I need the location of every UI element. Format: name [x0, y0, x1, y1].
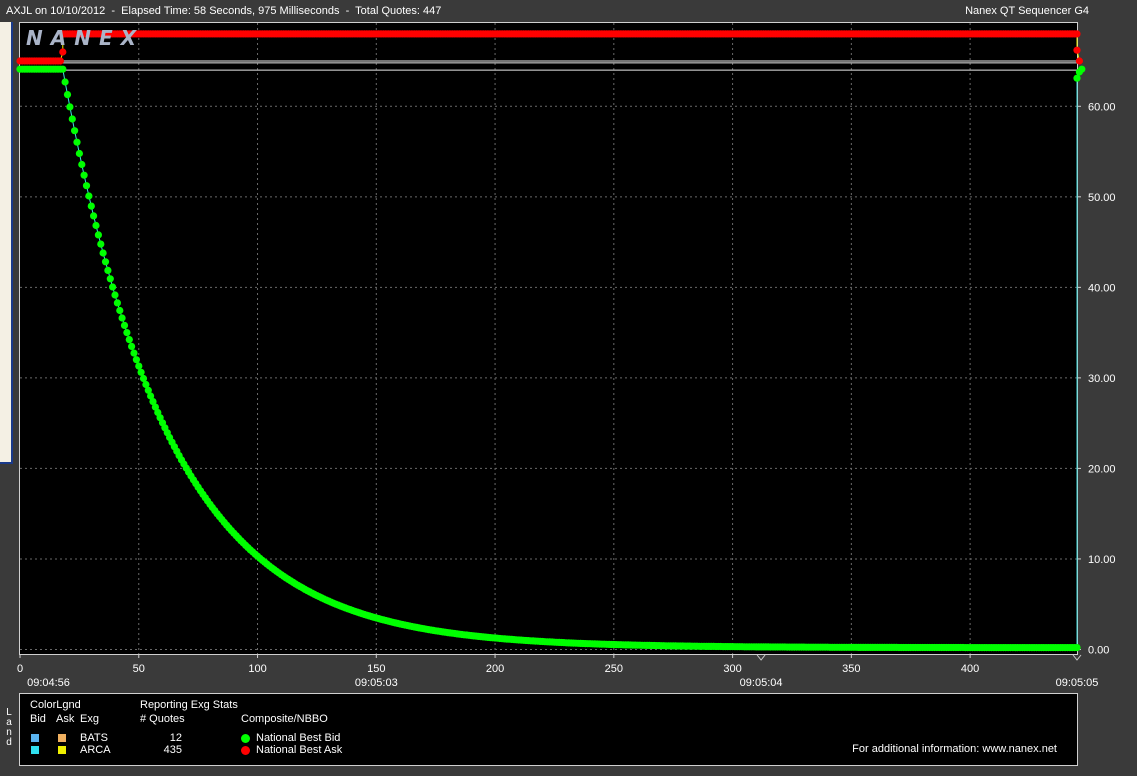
time-label: 09:05:04: [740, 677, 783, 689]
x-tick-label: 300: [723, 663, 741, 675]
bid-point: [118, 314, 126, 322]
x-tick-label: 400: [961, 663, 979, 675]
exchange-quotes: 12: [169, 732, 182, 744]
bid-point: [66, 103, 74, 111]
arca-bid-swatch: [31, 746, 39, 754]
bid-point: [104, 266, 112, 274]
bid-point: [113, 299, 121, 307]
bid-point: [101, 258, 110, 266]
bid-point: [78, 160, 86, 169]
bats-ask-swatch: [58, 734, 66, 742]
nbbo-bid-label: National Best Bid: [256, 732, 341, 744]
bid-point: [130, 349, 138, 357]
bid-point: [92, 221, 100, 230]
bid-point: [1073, 74, 1081, 82]
x-tick-label: 100: [248, 663, 266, 675]
bid-point: [120, 321, 129, 329]
bid-point: [97, 240, 105, 248]
footer-link[interactable]: For additional information: www.nanex.ne…: [852, 743, 1057, 755]
y-tick-label: 30.00: [1088, 373, 1116, 385]
bid-point: [75, 149, 83, 158]
second-marker: [1072, 654, 1082, 661]
bid-point: [137, 368, 145, 376]
bid-point: [85, 192, 93, 200]
time-label: 09:05:05: [1056, 677, 1099, 689]
y-tick-label: 60.00: [1088, 101, 1116, 113]
bid-point: [1078, 65, 1086, 73]
ask-point: [1073, 30, 1081, 38]
bid-point: [94, 231, 102, 239]
second-marker: [756, 654, 766, 661]
legend-col-exg: Exg: [80, 713, 99, 725]
bid-point: [125, 336, 133, 344]
exchange-quotes: 435: [163, 744, 182, 756]
exchange-name: BATS: [80, 732, 108, 744]
bid-point: [1073, 644, 1081, 652]
bid-point: [63, 91, 72, 99]
ask-point: [56, 57, 64, 65]
bid-point: [68, 115, 76, 123]
bid-point: [59, 65, 67, 73]
time-label: 09:04:56: [27, 677, 70, 689]
y-tick-label: 10.00: [1088, 554, 1116, 566]
stats-title: Reporting Exg Stats: [140, 699, 238, 711]
land-label: Land: [6, 707, 12, 748]
bid-point: [132, 356, 140, 364]
x-tick-label: 150: [367, 663, 385, 675]
arca-bid-line: [20, 68, 1083, 649]
ask-point: [1073, 46, 1081, 54]
bid-point: [80, 171, 88, 179]
nbbo-bid-dot: [241, 734, 250, 743]
exchange-name: ARCA: [80, 744, 111, 756]
bid-point: [128, 342, 136, 350]
y-tick-label: 20.00: [1088, 463, 1116, 475]
bid-point: [73, 138, 81, 146]
legend-col-ask: Ask: [56, 713, 75, 725]
price-chart: 0.00 10.00 20.00 30.00 40.00 50.00 60.00 0 50 100…: [16, 23, 1116, 689]
bid-point: [90, 212, 98, 220]
nanex-logo: NANEX: [26, 26, 145, 50]
x-tick-label: 350: [842, 663, 860, 675]
bats-bid-swatch: [31, 734, 39, 742]
x-tick-label: 50: [133, 663, 145, 675]
bid-point: [123, 329, 131, 337]
y-tick-label: 0.00: [1088, 644, 1109, 656]
color-legend-title: ColorLgnd: [30, 699, 81, 711]
legend-panel: ColorLgnd Bid Ask Exg Reporting Exg Stat…: [19, 693, 1078, 766]
bid-point: [106, 275, 114, 283]
ask-point: [1075, 57, 1083, 65]
bid-point: [82, 182, 91, 190]
nbbo-ask-dot: [241, 746, 250, 755]
bid-point: [61, 78, 69, 86]
bid-point: [99, 249, 107, 257]
bid-point: [135, 362, 143, 370]
arca-ask-line: [20, 33, 1080, 62]
bid-point: [116, 306, 124, 315]
x-tick-label: 250: [605, 663, 623, 675]
nbbo-ask-label: National Best Ask: [256, 744, 343, 756]
bid-point: [71, 127, 79, 135]
y-tick-label: 50.00: [1088, 192, 1116, 204]
bid-point: [111, 291, 119, 299]
arca-ask-swatch: [58, 746, 66, 754]
time-label: 09:05:03: [355, 677, 398, 689]
stats-col-quotes: # Quotes: [140, 713, 185, 725]
bid-point: [109, 283, 117, 291]
legend-col-bid: Bid: [30, 713, 46, 725]
composite-title: Composite/NBBO: [241, 713, 328, 725]
y-tick-label: 40.00: [1088, 282, 1116, 294]
x-tick-label: 0: [17, 663, 23, 675]
x-tick-label: 200: [486, 663, 504, 675]
bid-point: [87, 202, 95, 210]
